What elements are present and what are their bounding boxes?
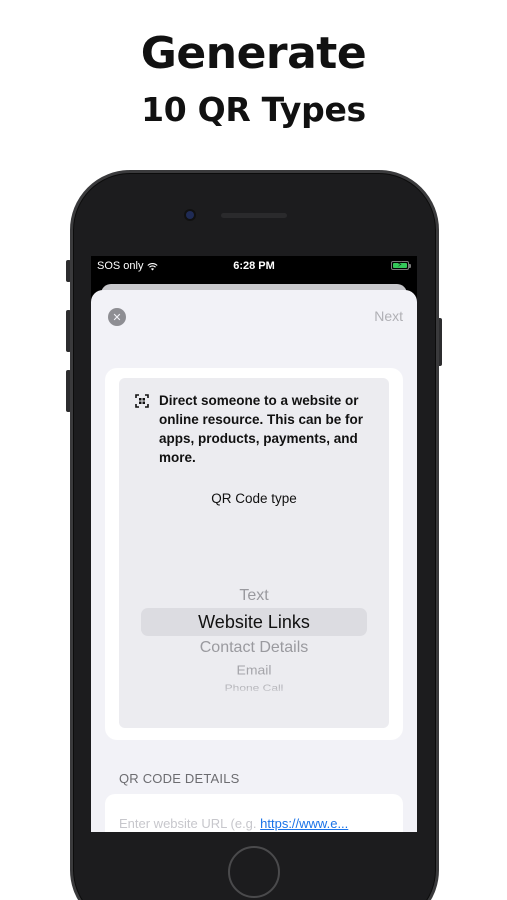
headline-title: Generate bbox=[140, 28, 367, 79]
picker-option-email[interactable]: Email bbox=[119, 663, 389, 678]
qr-scan-icon bbox=[135, 394, 149, 408]
qr-type-card: Direct someone to a website or online re… bbox=[105, 368, 403, 740]
qr-type-panel: Direct someone to a website or online re… bbox=[119, 378, 389, 728]
picker-fade bbox=[119, 688, 389, 698]
website-url-placeholder: Enter website URL (e.g. https://www.e... bbox=[119, 816, 348, 831]
status-time: 6:28 PM bbox=[233, 260, 275, 272]
qr-type-label: QR Code type bbox=[211, 491, 297, 506]
close-icon: ✕ bbox=[112, 311, 122, 324]
home-button[interactable] bbox=[228, 846, 280, 898]
picker-option-text[interactable]: Text bbox=[119, 587, 389, 605]
create-qr-sheet: ✕ Next Direct someone to a website or on… bbox=[91, 290, 417, 832]
qr-type-picker[interactable]: Text Website Links Contact Details Email… bbox=[119, 578, 389, 698]
battery-charging-icon bbox=[391, 260, 411, 270]
phone-screen: SOS only 6:28 PM ✕ Next bbox=[91, 256, 417, 832]
url-placeholder-text: Enter website URL (e.g. bbox=[119, 816, 261, 831]
picker-option-contact-details[interactable]: Contact Details bbox=[119, 639, 389, 657]
battery-level bbox=[393, 260, 407, 269]
qr-details-header: QR CODE DETAILS bbox=[119, 771, 240, 786]
close-button[interactable]: ✕ bbox=[108, 308, 126, 326]
status-bar: SOS only 6:28 PM bbox=[91, 256, 417, 278]
qr-type-description: Direct someone to a website or online re… bbox=[159, 393, 364, 465]
picker-option-website-links[interactable]: Website Links bbox=[119, 612, 389, 633]
website-url-field[interactable]: Enter website URL (e.g. https://www.e... bbox=[105, 794, 403, 832]
front-camera bbox=[186, 211, 194, 219]
url-example-link: https://www.e... bbox=[260, 816, 349, 831]
next-button[interactable]: Next bbox=[374, 308, 403, 324]
earpiece-speaker bbox=[221, 213, 287, 218]
headline-subtitle: 10 QR Types bbox=[141, 90, 366, 129]
